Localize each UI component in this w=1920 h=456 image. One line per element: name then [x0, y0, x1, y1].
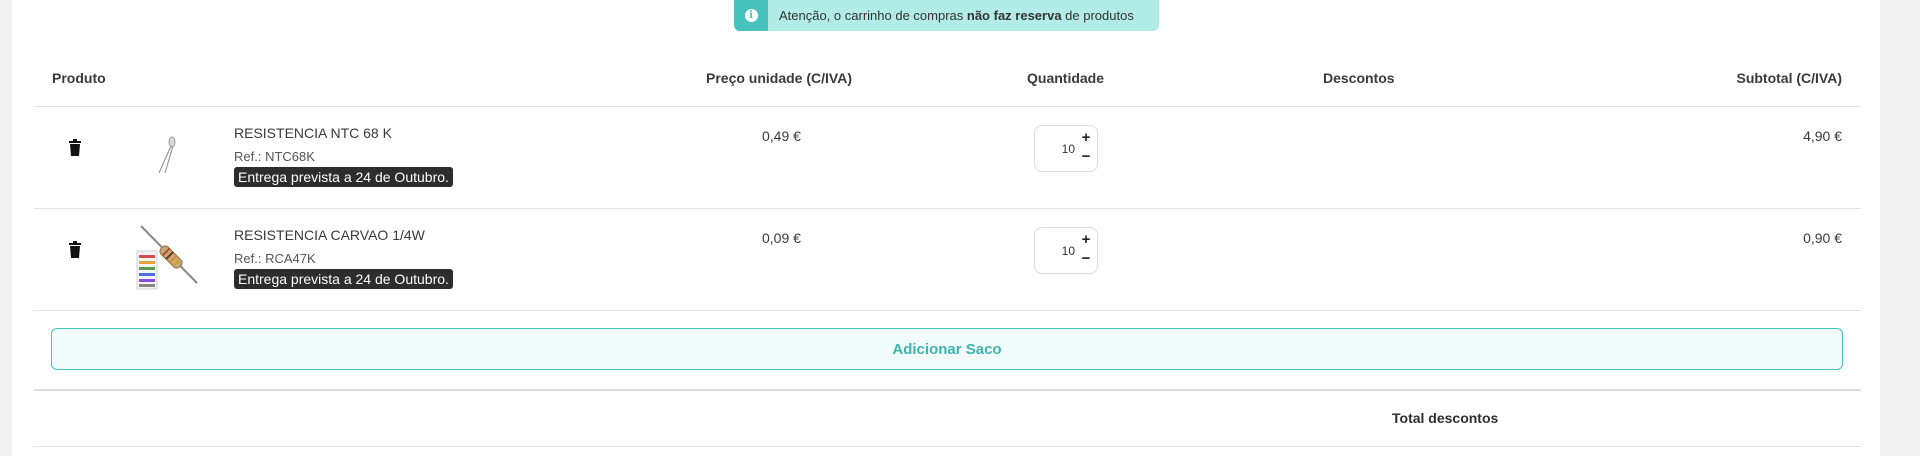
quantity-stepper: + − — [1034, 227, 1098, 274]
cart-reservation-alert: i Atenção, o carrinho de compras não faz… — [734, 0, 1159, 31]
alert-text-bold: não faz reserva — [966, 8, 1062, 23]
trash-icon[interactable] — [68, 139, 82, 156]
unit-price: 0,49 € — [762, 128, 801, 144]
alert-message: Atenção, o carrinho de compras não faz r… — [768, 8, 1134, 23]
alert-text-after: de produtos — [1061, 8, 1134, 23]
header-product: Produto — [52, 70, 106, 86]
delivery-badge: Entrega prevista a 24 de Outubro. — [234, 269, 453, 289]
delivery-badge: Entrega prevista a 24 de Outubro. — [234, 167, 453, 187]
quantity-input[interactable] — [1039, 126, 1075, 171]
plus-icon[interactable]: + — [1079, 130, 1093, 145]
header-divider — [34, 106, 1861, 107]
total-discounts-label: Total descontos — [1392, 410, 1499, 426]
header-unit-price: Preço unidade (C/IVA) — [706, 70, 852, 86]
product-ref: Ref.: RCA47K — [234, 251, 316, 266]
row-divider — [34, 310, 1861, 311]
alert-icon-box: i — [734, 0, 768, 31]
quantity-input[interactable] — [1039, 228, 1075, 273]
carbon-resistor-image — [136, 225, 198, 290]
product-name[interactable]: RESISTENCIA NTC 68 K — [234, 125, 392, 141]
totals-divider — [34, 389, 1861, 391]
add-bag-button[interactable]: Adicionar Saco — [51, 328, 1843, 370]
product-ref: Ref.: NTC68K — [234, 149, 315, 164]
info-icon: i — [744, 9, 758, 22]
header-quantity: Quantidade — [1027, 70, 1105, 86]
row-subtotal: 0,90 € — [1803, 230, 1842, 246]
quantity-stepper: + − — [1034, 125, 1098, 172]
unit-price: 0,09 € — [762, 230, 801, 246]
totals-bottom-divider — [34, 446, 1861, 447]
minus-icon[interactable]: − — [1079, 251, 1093, 266]
plus-icon[interactable]: + — [1079, 232, 1093, 247]
trash-icon[interactable] — [68, 241, 82, 258]
ntc-thermistor-image — [158, 136, 176, 174]
minus-icon[interactable]: − — [1079, 149, 1093, 164]
product-name[interactable]: RESISTENCIA CARVAO 1/4W — [234, 227, 425, 243]
header-discounts: Descontos — [1323, 70, 1395, 86]
row-subtotal: 4,90 € — [1803, 128, 1842, 144]
alert-text-before: Atenção, o carrinho de compras — [779, 8, 967, 23]
header-subtotal: Subtotal (C/IVA) — [1736, 70, 1842, 86]
row-divider — [34, 208, 1861, 209]
